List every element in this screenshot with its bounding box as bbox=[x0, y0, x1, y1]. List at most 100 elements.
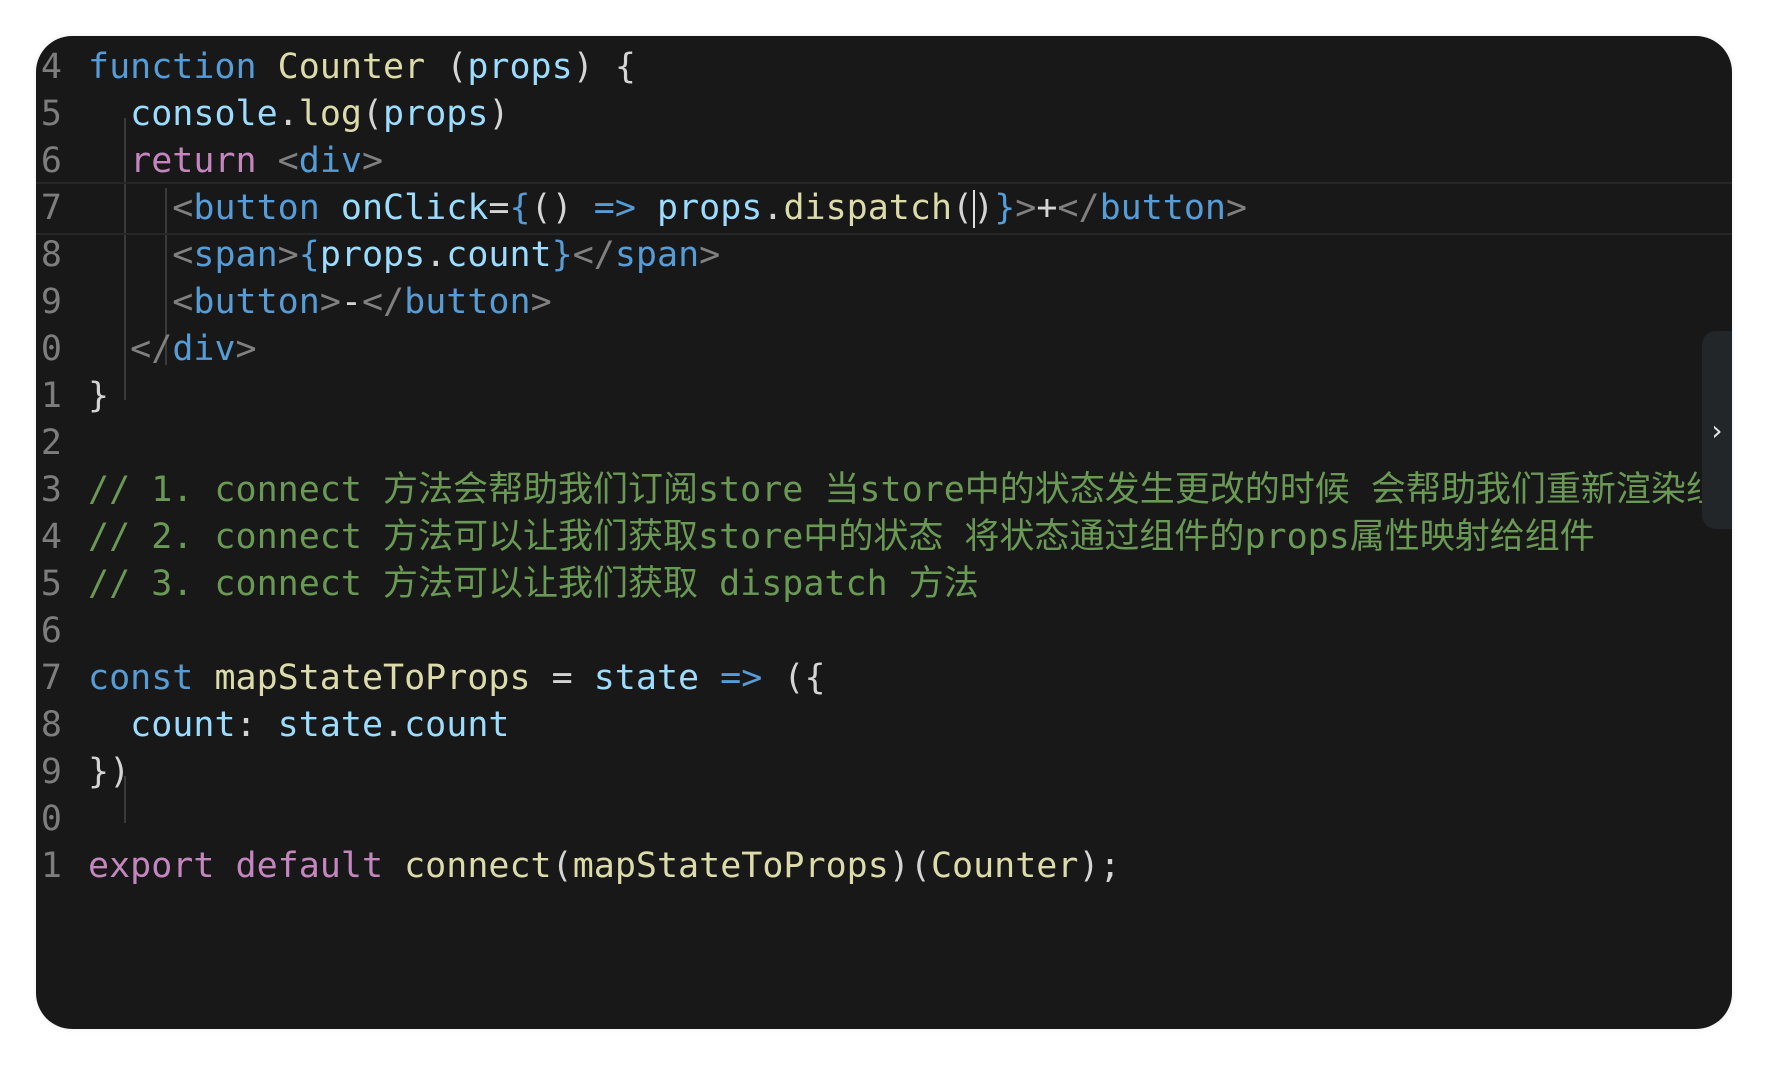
code-line[interactable]: 3 // 1. connect 方法会帮助我们订阅store 当store中的状态… bbox=[36, 464, 1732, 517]
code-token: > bbox=[277, 235, 299, 275]
code-token: { bbox=[509, 188, 531, 228]
code-token: > bbox=[235, 329, 257, 369]
code-line[interactable]: 6 return <div> bbox=[36, 135, 1732, 188]
code-text: }) bbox=[88, 746, 130, 799]
code-text: return <div> bbox=[88, 135, 383, 188]
line-number: 0 bbox=[40, 799, 62, 839]
code-token: state bbox=[277, 705, 384, 745]
code-editor[interactable]: 4 function Counter (props) {5 console.log… bbox=[36, 36, 1732, 1029]
code-token: div bbox=[172, 329, 236, 369]
code-token: < bbox=[172, 235, 194, 275]
editor-window: 4 function Counter (props) {5 console.log… bbox=[36, 36, 1732, 1029]
code-token: count bbox=[404, 705, 510, 745]
code-token: span bbox=[193, 235, 278, 275]
code-token: dispatch bbox=[783, 188, 953, 228]
line-number: 5 bbox=[40, 94, 62, 134]
code-text: <button onClick={() => props.dispatch()}… bbox=[88, 184, 1247, 233]
line-number: 2 bbox=[40, 423, 62, 463]
line-number: 7 bbox=[40, 658, 62, 698]
code-line[interactable]: 2 bbox=[36, 417, 1732, 470]
code-line[interactable]: 5 // 3. connect 方法可以让我们获取 dispatch 方法 bbox=[36, 558, 1732, 611]
code-token: < bbox=[277, 141, 299, 181]
code-token: => bbox=[593, 188, 636, 228]
code-text: console.log(props) bbox=[88, 88, 509, 141]
line-number: 7 bbox=[40, 188, 62, 228]
code-token: } bbox=[88, 376, 110, 416]
code-line[interactable]: 7 <button onClick={() => props.dispatch(… bbox=[36, 182, 1732, 235]
code-token: ({ bbox=[762, 658, 826, 698]
code-token: - bbox=[340, 282, 362, 322]
code-line[interactable]: 8 count: state.count bbox=[36, 699, 1732, 752]
line-number: 3 bbox=[40, 470, 62, 510]
line-number: 6 bbox=[40, 611, 62, 651]
code-token: = bbox=[488, 188, 510, 228]
code-token: ) { bbox=[572, 47, 636, 87]
code-token: + bbox=[1036, 188, 1058, 228]
code-line[interactable]: 4 // 2. connect 方法可以让我们获取store中的状态 将状态通过组… bbox=[36, 511, 1732, 564]
code-line[interactable]: 9}) bbox=[36, 746, 1732, 799]
code-text: count: state.count bbox=[88, 699, 509, 752]
code-line[interactable]: 6 bbox=[36, 605, 1732, 658]
code-line[interactable]: 0 bbox=[36, 793, 1732, 846]
code-token: . bbox=[383, 705, 405, 745]
code-text: <span>{props.count}</span> bbox=[88, 229, 720, 282]
code-line[interactable]: 5 console.log(props) bbox=[36, 88, 1732, 141]
code-token: > bbox=[361, 141, 384, 181]
code-line[interactable]: 4 function Counter (props) { bbox=[36, 41, 1732, 94]
code-line[interactable]: 0 </div> bbox=[36, 323, 1732, 376]
code-token: span bbox=[614, 235, 700, 275]
code-line[interactable]: 1 export default connect(mapStateToProps)… bbox=[36, 840, 1732, 893]
code-line[interactable]: 1} bbox=[36, 370, 1732, 423]
code-token: </ bbox=[1057, 188, 1100, 228]
code-token: ( bbox=[551, 846, 573, 886]
code-token: </ bbox=[361, 282, 405, 322]
code-token: count bbox=[446, 235, 552, 275]
code-line[interactable]: 9 <button>-</button> bbox=[36, 276, 1732, 329]
code-token: Counter bbox=[930, 846, 1079, 886]
code-text: const mapStateToProps = state => ({ bbox=[88, 652, 826, 705]
code-token: button bbox=[193, 188, 320, 228]
code-token: mapStateToProps bbox=[572, 846, 889, 886]
code-token: count bbox=[130, 705, 236, 745]
code-line[interactable]: 8 <span>{props.count}</span> bbox=[36, 229, 1732, 282]
code-text: // 3. connect 方法可以让我们获取 dispatch 方法 bbox=[88, 558, 979, 611]
code-token: > bbox=[319, 282, 341, 322]
line-number: 6 bbox=[40, 141, 62, 181]
line-number: 0 bbox=[40, 329, 62, 369]
line-number: 8 bbox=[40, 235, 62, 275]
code-token: = bbox=[530, 658, 594, 698]
code-token: > bbox=[1015, 188, 1037, 228]
code-token: button bbox=[1099, 188, 1227, 228]
code-token: => bbox=[720, 658, 763, 698]
code-token: state bbox=[593, 658, 700, 698]
code-token: </ bbox=[572, 235, 615, 275]
code-token: props bbox=[467, 47, 573, 87]
code-token: div bbox=[298, 141, 362, 181]
code-token: props bbox=[383, 94, 489, 134]
code-token: ); bbox=[1078, 846, 1121, 886]
code-token: )( bbox=[888, 846, 931, 886]
code-token: export bbox=[88, 846, 215, 886]
chevron-right-icon: › bbox=[1711, 413, 1723, 447]
panel-toggle-button[interactable]: › bbox=[1702, 331, 1732, 529]
code-token: } bbox=[551, 235, 573, 275]
line-number: 1 bbox=[40, 376, 62, 416]
code-token: < bbox=[172, 188, 194, 228]
line-number: 4 bbox=[40, 47, 62, 87]
code-token: mapStateToProps bbox=[214, 658, 531, 698]
code-text: } bbox=[88, 370, 109, 423]
line-number: 8 bbox=[40, 705, 62, 745]
code-line[interactable]: 7 const mapStateToProps = state => ({ bbox=[36, 652, 1732, 705]
code-token: ) bbox=[973, 188, 995, 228]
code-token: Counter bbox=[277, 47, 426, 87]
code-token: connect bbox=[404, 846, 552, 886]
